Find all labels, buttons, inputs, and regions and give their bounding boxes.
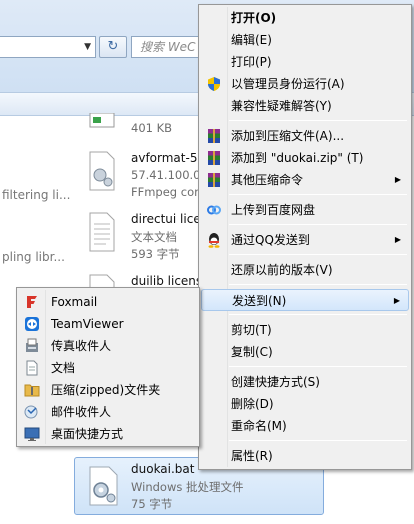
menu-item-label: TeamViewer	[51, 317, 124, 331]
menu-item-label: 重命名(M)	[231, 419, 287, 433]
file-name: avformat-57	[131, 151, 206, 165]
menu-item-label: 打印(P)	[231, 55, 272, 69]
menu-item-label: 打开(O)	[231, 11, 277, 25]
send-to-item-teamviewer[interactable]: TeamViewer	[19, 313, 197, 335]
file-name: duilib licens	[131, 274, 203, 288]
file-item[interactable]: directui lice 文本文档 593 字节	[86, 212, 206, 270]
menu-item-label: 删除(D)	[231, 397, 274, 411]
menu-item-label: 编辑(E)	[231, 33, 272, 47]
menu-item-item-0-4[interactable]: 兼容性疑难解答(Y)	[201, 95, 409, 117]
menu-item-label: 兼容性疑难解答(Y)	[231, 99, 332, 113]
file-type: Windows 批处理文件	[131, 480, 244, 494]
menu-item-label: 添加到 "duokai.zip" (T)	[231, 151, 364, 165]
refresh-button[interactable]: ↻	[99, 36, 127, 58]
batch-file-icon	[89, 466, 118, 506]
file-item[interactable]: avformat-57 57.41.100.0 FFmpeg cor	[86, 151, 206, 209]
file-type: 文本文档	[131, 230, 177, 244]
file-description: FFmpeg cor	[131, 185, 199, 199]
menu-item-label: 压缩(zipped)文件夹	[51, 383, 161, 397]
menu-item-item-2-0[interactable]: 上传到百度网盘	[201, 199, 409, 221]
refresh-icon: ↻	[107, 39, 119, 54]
menu-item-label: 邮件收件人	[51, 405, 112, 419]
chevron-down-icon[interactable]: ▼	[84, 42, 91, 52]
desktop-shortcut-icon	[24, 426, 40, 442]
exe-file-icon	[89, 113, 115, 128]
file-version: 57.41.100.0	[131, 168, 201, 182]
menu-item-item-0-3[interactable]: 以管理员身份运行(A)	[201, 73, 409, 95]
menu-item-label: 传真收件人	[51, 339, 112, 353]
menu-item-item-0-0[interactable]: 打开(O)	[201, 7, 409, 29]
menu-separator	[229, 120, 407, 121]
send-to-item-item-2[interactable]: 传真收件人	[19, 335, 197, 357]
context-menu: 打开(O) 编辑(E) 打印(P) 以管理员身份运行(A) 兼容性疑难解答(Y) 添加到压…	[198, 4, 412, 470]
menu-item-label: 以管理员身份运行(A)	[231, 77, 345, 91]
menu-separator	[229, 314, 407, 315]
send-to-item-item-6[interactable]: 桌面快捷方式	[19, 423, 197, 445]
teamviewer-icon	[24, 316, 40, 332]
menu-item-label: 复制(C)	[231, 345, 273, 359]
file-name: duokai.bat	[131, 462, 195, 476]
menu-separator	[229, 284, 407, 285]
menu-separator	[229, 194, 407, 195]
menu-item-label: 通过QQ发送到	[231, 233, 310, 247]
menu-item-item-7-0[interactable]: 创建快捷方式(S)	[201, 371, 409, 393]
menu-item-item-1-0[interactable]: 添加到压缩文件(A)...	[201, 125, 409, 147]
winrar-icon	[206, 150, 222, 166]
menu-item-item-5-0[interactable]: 发送到(N) ▶	[201, 289, 409, 311]
menu-item-label: 创建快捷方式(S)	[231, 375, 320, 389]
menu-item-label: 上传到百度网盘	[231, 203, 316, 217]
menu-item-item-0-2[interactable]: 打印(P)	[201, 51, 409, 73]
file-size: 593 字节	[131, 247, 180, 261]
submenu-arrow-icon: ▶	[394, 175, 401, 184]
uac-shield-icon	[206, 76, 222, 92]
menu-item-label: 其他压缩命令	[231, 173, 304, 187]
menu-item-duokai-zip[interactable]: 添加到 "duokai.zip" (T)	[201, 147, 409, 169]
winrar-icon	[206, 128, 222, 144]
baidu-netdisk-icon	[206, 202, 222, 218]
foxmail-icon	[24, 294, 40, 310]
menu-item-label: 属性(R)	[231, 449, 273, 463]
menu-item-label: 添加到压缩文件(A)...	[231, 129, 345, 143]
menu-item-item-8-0[interactable]: 属性(R)	[201, 445, 409, 467]
menu-item-item-7-1[interactable]: 删除(D)	[201, 393, 409, 415]
menu-separator	[229, 224, 407, 225]
menu-item-item-6-0[interactable]: 剪切(T)	[201, 319, 409, 341]
file-size: 75 字节	[131, 497, 173, 511]
send-to-item-item-5[interactable]: 邮件收件人	[19, 401, 197, 423]
send-to-item-item-3[interactable]: 文档	[19, 357, 197, 379]
truncated-description: filtering li...	[2, 188, 71, 202]
truncated-description: pling libr...	[2, 250, 65, 264]
menu-separator	[229, 440, 407, 441]
qq-icon	[206, 232, 222, 248]
file-size: 401 KB	[131, 121, 173, 135]
fax-icon	[24, 338, 40, 354]
menu-separator	[229, 254, 407, 255]
submenu-arrow-icon: ▶	[394, 235, 401, 244]
winrar-icon	[206, 172, 222, 188]
dll-file-icon	[89, 151, 115, 191]
menu-item-item-0-1[interactable]: 编辑(E)	[201, 29, 409, 51]
documents-icon	[24, 360, 40, 376]
file-name: directui lice	[131, 212, 201, 226]
menu-item-label: 还原以前的版本(V)	[231, 263, 333, 277]
address-bar[interactable]: ▼	[0, 36, 96, 58]
menu-item-item-6-1[interactable]: 复制(C)	[201, 341, 409, 363]
menu-separator	[229, 366, 407, 367]
menu-item-label: 文档	[51, 361, 76, 375]
send-to-submenu: Foxmail TeamViewer 传真收件人文档压缩(zipped)文件夹 邮件收…	[16, 287, 200, 447]
submenu-arrow-icon: ▶	[393, 296, 400, 305]
send-to-item-foxmail[interactable]: Foxmail	[19, 291, 197, 313]
menu-item-qq[interactable]: 通过QQ发送到 ▶	[201, 229, 409, 251]
text-file-icon	[89, 212, 115, 252]
zip-folder-icon	[24, 382, 40, 398]
menu-item-label: 桌面快捷方式	[51, 427, 124, 441]
menu-item-item-7-2[interactable]: 重命名(M)	[201, 415, 409, 437]
menu-item-label: 剪切(T)	[231, 323, 272, 337]
menu-item-item-1-2[interactable]: 其他压缩命令 ▶	[201, 169, 409, 191]
menu-item-item-4-0[interactable]: 还原以前的版本(V)	[201, 259, 409, 281]
send-to-item-item-4[interactable]: 压缩(zipped)文件夹	[19, 379, 197, 401]
menu-item-label: 发送到(N)	[232, 294, 287, 308]
menu-item-label: Foxmail	[51, 295, 98, 309]
mail-recipient-icon	[24, 404, 40, 420]
